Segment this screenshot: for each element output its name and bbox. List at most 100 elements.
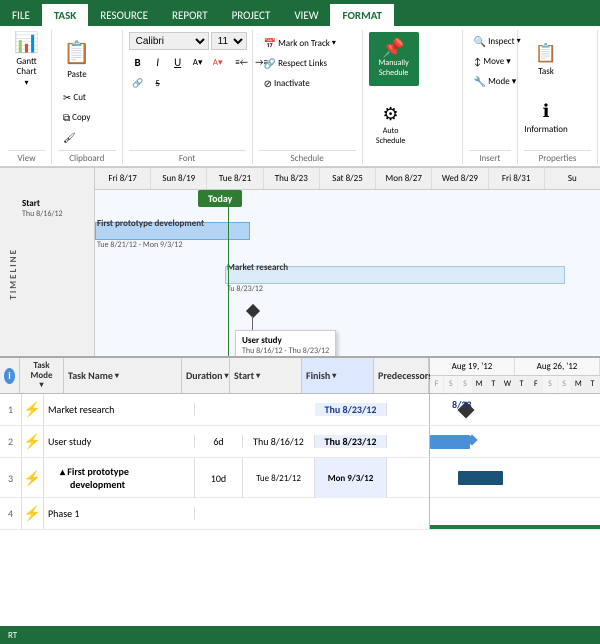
task-mode-button[interactable]: 🔧 Mode ▾ [469, 72, 522, 90]
col-header-duration[interactable]: Duration ▾ [182, 358, 230, 393]
week-cell-2: Aug 26, '12 [515, 358, 600, 375]
row3-pred[interactable] [387, 458, 429, 498]
predecessors-header-label: Predecessors [378, 369, 432, 382]
tab-view[interactable]: VIEW [282, 4, 330, 26]
inactivate-button[interactable]: ⊘ Inactivate [259, 74, 315, 92]
ribbon-group-properties: 📋 Task ℹ Information Properties [518, 30, 598, 164]
tab-project[interactable]: PROJECT [220, 4, 283, 26]
move-button[interactable]: ↕ Move ▾ [469, 52, 516, 70]
highlight-button[interactable]: A▾ [209, 53, 227, 71]
properties-group-content: 📋 Task ℹ Information [524, 30, 591, 148]
timeline-user-study-date: Tue 8/21/12 - Mon 9/3/12 [97, 240, 182, 250]
link-button[interactable]: 🔗 [129, 74, 147, 92]
status-bar: RT [0, 626, 600, 644]
col-header-finish[interactable]: Finish ▾ [302, 358, 374, 393]
date-fri-817: Fri 8/17 [95, 168, 151, 189]
row1-finish-label: 8/23 [452, 398, 472, 411]
row3-finish[interactable]: Mon 9/3/12 [315, 458, 387, 498]
respect-links-button[interactable]: 🔗 Respect Links [259, 54, 332, 72]
row1-task-name[interactable]: Market research [44, 403, 195, 416]
underline-button[interactable]: U [169, 53, 187, 71]
row2-mode-icon: ⚡ [24, 433, 41, 450]
row3-duration[interactable]: 10d [195, 458, 243, 498]
row2-task-name[interactable]: User study [44, 435, 195, 448]
info-icon: i [4, 368, 15, 384]
week-cell-1: Aug 19, '12 [430, 358, 515, 375]
week-header-bottom: F S S M T W T F S S M T [430, 376, 600, 393]
today-label: Today [198, 190, 242, 207]
row2-start[interactable]: Thu 8/16/12 [243, 435, 315, 448]
tooltip-title: User study [242, 335, 329, 346]
copy-button[interactable]: ⧉ Copy [58, 108, 95, 126]
col-header-mode[interactable]: Task Mode ▾ [20, 358, 64, 393]
row3-gantt-bar [458, 471, 503, 485]
indent-button[interactable]: ≡← [233, 53, 251, 71]
date-sun-819: Sun 8/19 [151, 168, 207, 189]
row4-mode-icon: ⚡ [24, 505, 41, 522]
main-area: TIMELINE Start Thu 8/16/12 Fri 8/17 Sun … [0, 168, 600, 626]
auto-schedule-label: Auto Schedule [376, 127, 405, 146]
col-header-taskname[interactable]: Task Name ▾ [64, 358, 182, 393]
row1-right: 8/23 [430, 394, 600, 425]
respect-links-label: Respect Links [278, 58, 327, 69]
row4-task-name[interactable]: Phase 1 [44, 507, 195, 520]
grid-header: i Task Mode ▾ Task Name ▾ Duration ▾ Sta… [0, 358, 600, 394]
copy-icon: ⧉ [63, 111, 70, 124]
font-size-select[interactable]: 11 [211, 32, 247, 50]
font-color-button[interactable]: A▾ [189, 53, 207, 71]
tab-report[interactable]: REPORT [160, 4, 220, 26]
paste-button[interactable]: 📋 Paste [58, 32, 96, 86]
auto-schedule-button[interactable]: ⚙ Auto Schedule [369, 98, 413, 152]
table-row: 3 ⚡ ▴ First prototype development 10d Tu… [0, 458, 600, 498]
day-f1: F [430, 376, 444, 393]
timeline-start-date: Thu 8/16/12 [22, 209, 90, 219]
finish-header-label: Finish [306, 369, 330, 382]
col-header-predecessors[interactable]: Predecessors ▾ [374, 358, 429, 393]
row3-start[interactable]: Tue 8/21/12 [243, 458, 315, 498]
tab-format[interactable]: FORMAT [330, 4, 393, 26]
format-painter-button[interactable]: 🖌 [58, 128, 95, 146]
manually-schedule-button[interactable]: 📌 Manually Schedule [369, 32, 419, 86]
information-button[interactable]: ℹ Information [524, 90, 568, 144]
row2-duration[interactable]: 6d [195, 435, 243, 448]
grid-header-left: i Task Mode ▾ Task Name ▾ Duration ▾ Sta… [0, 358, 430, 393]
bold-button[interactable]: B [129, 53, 147, 71]
cut-label: Cut [73, 92, 86, 103]
row2-finish[interactable]: Thu 8/23/12 [315, 435, 387, 448]
task-mode-label: Mode ▾ [488, 76, 516, 87]
mode-header-dropdown: ▾ [39, 380, 43, 390]
table-row: 2 ⚡ User study 6d Thu 8/16/12 Thu 8/23/1… [0, 426, 600, 458]
row3-task-name-line1: ▴ First prototype [60, 465, 129, 478]
row2-gantt-bar [430, 435, 470, 449]
cut-button[interactable]: ✂ Cut [58, 88, 95, 106]
font-name-select[interactable]: Calibri [129, 32, 209, 50]
row1-mode: ⚡ [22, 394, 44, 425]
tooltip-date: Thu 8/16/12 - Thu 8/23/12 [242, 346, 329, 356]
row4-left: 4 ⚡ Phase 1 [0, 498, 430, 529]
row2-right [430, 426, 600, 457]
task-label: Task [538, 66, 554, 77]
ribbon-body: 📊 GanttChart ▾ View 📋 Paste ✂ Cut [0, 26, 600, 167]
status-text: RT [8, 630, 17, 641]
tab-resource[interactable]: RESOURCE [88, 4, 160, 26]
task-icon: 📋 [535, 42, 557, 64]
clipboard-group-label: Clipboard [58, 150, 116, 164]
day-f2: F [529, 376, 543, 393]
tab-file[interactable]: FILE [0, 4, 42, 26]
col-header-info: i [0, 358, 20, 393]
gantt-chart-button[interactable]: 📊 GanttChart ▾ [8, 32, 45, 86]
duration-header-label: Duration [186, 369, 222, 382]
row1-num: 1 [0, 394, 22, 425]
mark-on-track-button[interactable]: 📅 Mark on Track ▾ [259, 34, 341, 52]
day-s3: S [543, 376, 557, 393]
day-w1: W [501, 376, 515, 393]
strikethrough-button[interactable]: S [149, 74, 167, 92]
tab-task[interactable]: TASK [42, 2, 88, 26]
cut-icon: ✂ [63, 91, 71, 104]
italic-button[interactable]: I [149, 53, 167, 71]
col-header-start[interactable]: Start ▾ [230, 358, 302, 393]
row3-task-name[interactable]: ▴ First prototype development [44, 458, 195, 498]
timeline-chart-body: Today First prototype development Tue 8/… [95, 190, 600, 356]
task-button[interactable]: 📋 Task [524, 32, 568, 86]
row1-finish[interactable]: Thu 8/23/12 [315, 403, 387, 416]
